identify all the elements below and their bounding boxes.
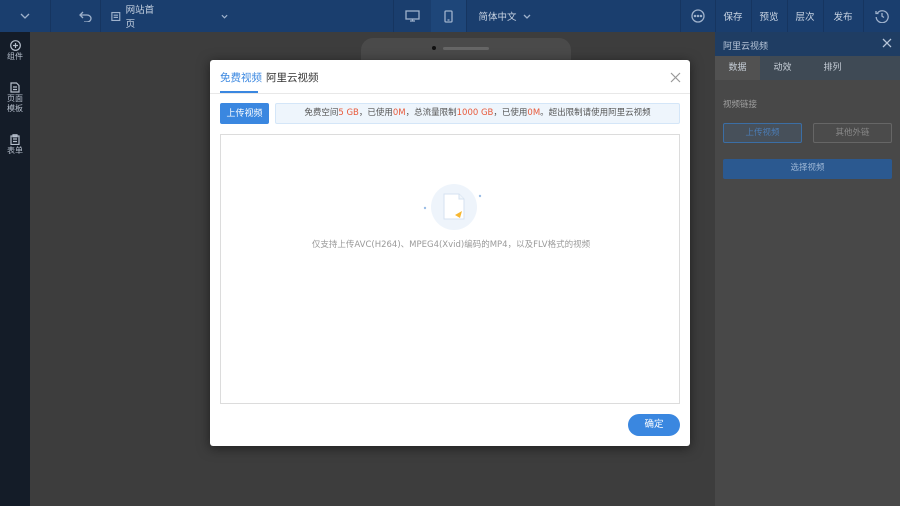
collapse-menu[interactable]	[0, 0, 50, 32]
preview-label: 预览	[759, 12, 779, 23]
left-sidebar: 组件 页面 模板 表单	[0, 32, 30, 506]
quota-text: 。超出限制请使用阿里云视频	[540, 108, 651, 118]
quota-info-bar: 免费空间5 GB，已使用0M，总流量限制1000 GB，已使用0M。超出限制请使…	[275, 103, 680, 124]
desktop-view-button[interactable]	[393, 0, 431, 32]
layers-button[interactable]: 层次	[787, 0, 823, 32]
page-icon	[111, 11, 121, 21]
chevron-down-icon	[20, 13, 30, 19]
external-link-option[interactable]: 其他外链	[813, 123, 892, 143]
chevron-down-icon	[523, 14, 530, 19]
empty-file-icon	[423, 184, 482, 230]
sidebar-item-label: 组件	[7, 52, 23, 61]
sidebar-item-page-templates[interactable]: 页面 模板	[0, 82, 30, 114]
panel-title: 阿里云视频	[715, 32, 900, 56]
used-space-value: 0M	[392, 108, 406, 118]
page-select-value: 网站首页	[125, 5, 155, 30]
top-toolbar: 网站首页 简体中文 保存 预览 层次 发布	[0, 0, 900, 32]
free-space-value: 5 GB	[338, 108, 359, 118]
undo-icon	[78, 11, 92, 22]
upload-video-button[interactable]: 上传视频	[220, 103, 269, 124]
quota-text: ，总流量限制	[405, 108, 457, 118]
sidebar-item-label: 页面	[7, 94, 23, 103]
history-button[interactable]	[863, 0, 900, 32]
tab-arrange[interactable]: 排列	[810, 56, 855, 80]
camera-dot	[432, 46, 436, 50]
publish-label: 发布	[833, 12, 853, 23]
property-panel: 阿里云视频 数据 动效 排列 视频链接 上传视频 其他外链 选择视频	[715, 32, 900, 506]
speaker-bar	[443, 47, 489, 50]
page-icon	[10, 82, 20, 93]
used-traffic-value: 0M	[527, 108, 541, 118]
sidebar-item-label: 表单	[7, 146, 23, 155]
quota-text: 免费空间	[304, 108, 339, 118]
traffic-limit-value: 1000 GB	[456, 108, 494, 118]
undo-button[interactable]	[70, 0, 100, 32]
mobile-view-button[interactable]	[431, 0, 466, 32]
confirm-button[interactable]: 确定	[628, 414, 680, 436]
video-list-area[interactable]: 仅支持上传AVC(H264)、MPEG4(Xvid)编码的MP4，以及FLV格式…	[220, 134, 680, 404]
panel-title-text: 阿里云视频	[723, 42, 769, 52]
empty-hint: 仅支持上传AVC(H264)、MPEG4(Xvid)编码的MP4，以及FLV格式…	[311, 240, 591, 250]
more-icon	[690, 9, 705, 23]
sidebar-item-components[interactable]: 组件	[0, 40, 30, 62]
layers-label: 层次	[795, 12, 815, 23]
video-link-label: 视频链接	[723, 100, 758, 110]
language-select[interactable]: 简体中文	[472, 0, 537, 32]
publish-button[interactable]: 发布	[823, 0, 863, 32]
close-icon[interactable]	[881, 37, 893, 49]
tab-free-video[interactable]: 免费视频	[220, 70, 262, 85]
choose-video-button[interactable]: 选择视频	[723, 159, 892, 179]
plus-circle-icon	[9, 40, 21, 51]
tab-divider	[210, 93, 690, 94]
sidebar-item-forms[interactable]: 表单	[0, 134, 30, 156]
monitor-icon	[404, 10, 420, 22]
upload-video-option[interactable]: 上传视频	[723, 123, 802, 143]
more-button[interactable]	[680, 0, 715, 32]
clipboard-icon	[10, 134, 20, 145]
panel-tabs: 数据 动效 排列	[715, 56, 900, 80]
phone-icon	[444, 9, 453, 23]
video-modal: 免费视频 阿里云视频 上传视频 免费空间5 GB，已使用0M，总流量限制1000…	[210, 60, 690, 446]
language-select-value: 简体中文	[478, 12, 517, 23]
tab-aliyun-video[interactable]: 阿里云视频	[266, 70, 319, 85]
save-button[interactable]: 保存	[715, 0, 751, 32]
preview-button[interactable]: 预览	[751, 0, 787, 32]
sidebar-item-label: 模板	[7, 104, 23, 113]
tab-animation[interactable]: 动效	[760, 56, 805, 80]
chevron-down-icon	[221, 14, 228, 19]
save-label: 保存	[723, 12, 743, 23]
close-icon[interactable]	[670, 72, 681, 83]
quota-text: ，已使用	[493, 108, 528, 118]
tab-data[interactable]: 数据	[715, 56, 760, 80]
quota-text: ，已使用	[358, 108, 393, 118]
page-select[interactable]: 网站首页	[108, 0, 228, 32]
history-icon	[874, 10, 889, 23]
